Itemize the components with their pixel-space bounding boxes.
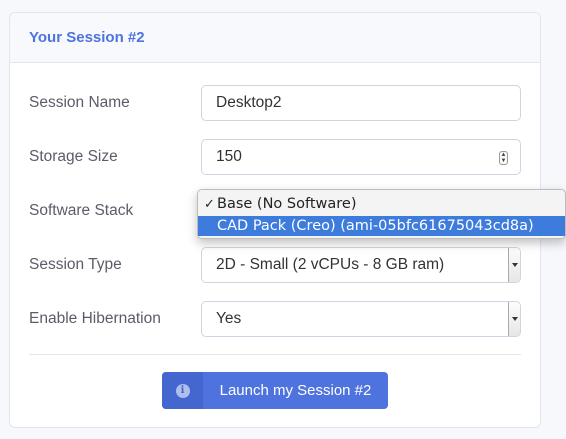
session-type-label: Session Type [29,256,122,273]
card-title: Your Session #2 [29,29,145,46]
chevron-down-icon[interactable] [508,302,520,336]
option-label: Base (No Software) [217,196,357,212]
enable-hibernation-label: Enable Hibernation [29,310,161,327]
info-icon: i [175,383,190,398]
card-header: Your Session #2 [10,13,540,63]
session-name-label: Session Name [29,94,130,111]
launch-icon-box: i [162,372,203,409]
launch-session-label: Launch my Session #2 [219,382,372,399]
number-spinner-icon[interactable]: ▲ ▼ [499,151,508,165]
software-stack-dropdown[interactable]: ✓ Base (No Software) CAD Pack (Creo) (am… [197,189,566,239]
software-stack-option-cad-pack[interactable]: CAD Pack (Creo) (ami-05bfc61675043cd8a) [198,216,565,236]
enable-hibernation-value: Yes [216,310,242,327]
option-label: CAD Pack (Creo) (ami-05bfc61675043cd8a) [217,218,534,234]
divider [29,354,521,355]
check-icon: ✓ [204,196,215,212]
storage-size-label: Storage Size [29,148,118,165]
session-type-row: Session Type 2D - Small (2 vCPUs - 8 GB … [29,247,521,283]
session-name-value: Desktop2 [216,94,282,111]
chevron-down-icon[interactable] [508,248,520,282]
storage-size-input[interactable]: 150 ▲ ▼ [201,139,521,175]
storage-size-value: 150 [216,148,242,165]
enable-hibernation-select[interactable]: Yes [201,301,521,337]
storage-size-row: Storage Size 150 ▲ ▼ [29,139,521,175]
launch-session-button[interactable]: i Launch my Session #2 [162,372,388,409]
software-stack-label: Software Stack [29,202,134,219]
session-type-value: 2D - Small (2 vCPUs - 8 GB ram) [216,256,445,273]
session-name-row: Session Name Desktop2 [29,85,521,121]
session-name-input[interactable]: Desktop2 [201,85,521,121]
enable-hibernation-row: Enable Hibernation Yes [29,301,521,337]
session-type-select[interactable]: 2D - Small (2 vCPUs - 8 GB ram) [201,247,521,283]
software-stack-option-base[interactable]: ✓ Base (No Software) [198,194,565,214]
